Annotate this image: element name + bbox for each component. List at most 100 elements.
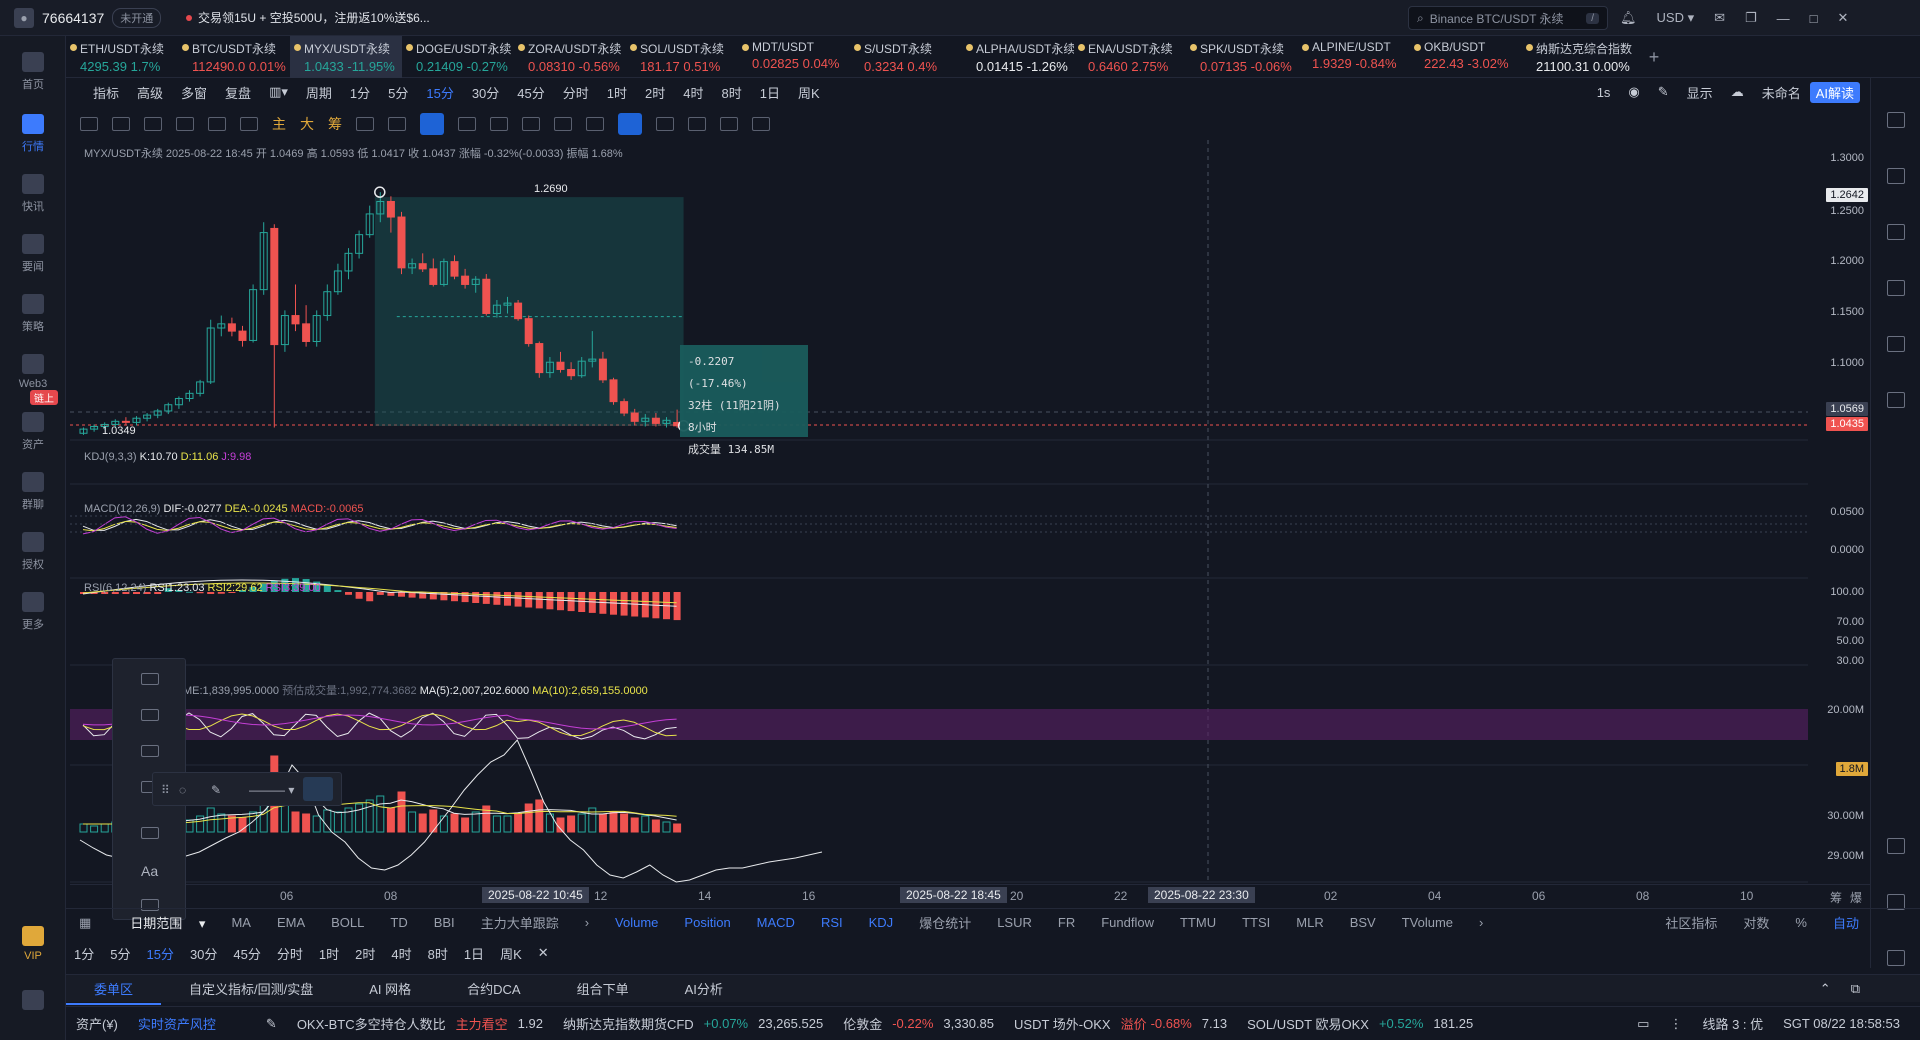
promo-banner[interactable]: 交易领15U + 空投500U，注册返10%送$6... xyxy=(186,9,430,26)
settings-button[interactable] xyxy=(0,990,66,1014)
add-ticker-button[interactable]: + xyxy=(1634,36,1674,78)
sub-indicator[interactable]: Fundflow xyxy=(1088,915,1167,930)
ticker-name[interactable]: 纳斯达克指数期货CFD xyxy=(553,1014,704,1033)
eraser-icon[interactable] xyxy=(490,117,508,131)
camera-icon[interactable]: ◉ xyxy=(1619,84,1648,100)
depth-icon[interactable] xyxy=(1887,224,1905,240)
measure-icon[interactable] xyxy=(388,117,406,131)
settings-style-icon[interactable] xyxy=(303,777,333,801)
sidebar-item-home[interactable]: 首页 xyxy=(0,52,66,92)
timeframe-item[interactable]: 1日 xyxy=(751,83,789,102)
ticker-item[interactable]: SPK/USDT永续 0.07135 -0.06% xyxy=(1186,36,1298,78)
sidebar-item-more[interactable]: 更多 xyxy=(0,592,66,632)
user-area[interactable]: ● 76664137 未开通 xyxy=(0,7,180,28)
sub-indicator[interactable]: TTMU xyxy=(1167,915,1229,930)
tf-item[interactable]: 1时 xyxy=(311,944,347,963)
assistant-icon[interactable] xyxy=(1887,950,1905,966)
ticker-item[interactable]: ALPHA/USDT永续 0.01415 -1.26% xyxy=(962,36,1074,78)
main-indicator[interactable]: TD xyxy=(377,915,420,930)
list-icon[interactable] xyxy=(1887,168,1905,184)
lock-icon[interactable] xyxy=(554,117,572,131)
tf-item[interactable]: 8时 xyxy=(420,944,456,963)
sub-indicator[interactable]: BSV xyxy=(1337,915,1389,930)
sub-indicator[interactable]: TVolume xyxy=(1389,915,1466,930)
ticker-item[interactable]: MDT/USDT 0.02825 0.04% xyxy=(738,36,850,78)
timeframe-item[interactable]: 1时 xyxy=(598,83,636,102)
toolbar-item[interactable]: 复盘 xyxy=(216,83,260,102)
toolbar-right-item[interactable]: 1s xyxy=(1588,85,1620,100)
promo-text[interactable]: 交易领15U + 空投500U，注册返10%送$6... xyxy=(198,9,430,26)
parallel-tool-icon[interactable] xyxy=(144,117,162,131)
sidebar-item-news-flash[interactable]: 快讯 xyxy=(0,174,66,214)
timeframe-item[interactable]: 2时 xyxy=(636,83,674,102)
calendar-small-icon[interactable]: ▦ xyxy=(66,915,104,931)
log-scale-toggle[interactable]: 对数 xyxy=(1730,913,1782,932)
search-input[interactable]: ⌕ Binance BTC/USDT 永续 / xyxy=(1408,6,1608,30)
cards-icon[interactable] xyxy=(1887,336,1905,352)
hline-tool-icon[interactable] xyxy=(112,117,130,131)
chips-button[interactable]: 筹 xyxy=(328,114,342,134)
tf-item[interactable]: 1日 xyxy=(456,944,492,963)
price-axis[interactable]: 1.3000 1.2500 1.2000 1.1500 1.1000 1.264… xyxy=(1808,140,1870,900)
ray-tool-icon[interactable] xyxy=(208,117,226,131)
color-fill-icon[interactable]: ◌ xyxy=(179,783,186,797)
tab-orders[interactable]: 委单区 xyxy=(66,972,162,1005)
main-indicator[interactable]: BBI xyxy=(421,915,468,930)
ticker-item[interactable]: ENA/USDT永续 0.6460 2.75% xyxy=(1074,36,1186,78)
bars-icon[interactable] xyxy=(522,117,540,131)
ticker-item[interactable]: SOL/USDT永续 181.17 0.51% xyxy=(626,36,738,78)
line-status[interactable]: 线路 3 : 优 xyxy=(1692,1014,1773,1033)
sidebar-item-assets[interactable]: 资产 xyxy=(0,412,66,452)
close-icon[interactable]: ✕ xyxy=(530,945,557,961)
minimize-icon[interactable]: — xyxy=(1777,11,1790,26)
main-force-button[interactable]: 主 xyxy=(272,114,286,134)
ai-explain-button[interactable]: AI解读 xyxy=(1809,81,1860,103)
date-range-select[interactable]: 日期范围 ▾ xyxy=(104,913,218,932)
close-icon[interactable]: ✕ xyxy=(1838,10,1849,26)
floating-style-bar[interactable]: ⠿ ◌ ✎ ——— ▾ xyxy=(152,772,342,806)
tf-item[interactable]: 周K xyxy=(492,944,530,963)
line-tool-icon[interactable] xyxy=(80,117,98,131)
chevron-right-icon[interactable]: › xyxy=(1466,915,1496,930)
toolbar-item[interactable]: 周期 xyxy=(297,83,341,102)
drag-handle-icon[interactable]: ⠿ xyxy=(161,783,170,797)
sub-indicator[interactable]: MACD xyxy=(744,915,808,930)
sidebar-item-group-chat[interactable]: 群聊 xyxy=(0,472,66,512)
bookmark-icon[interactable] xyxy=(420,113,444,135)
tab-ai-grid[interactable]: AI 网格 xyxy=(341,979,439,998)
tf-item[interactable]: 5分 xyxy=(102,944,138,963)
sub-indicator[interactable]: MLR xyxy=(1283,915,1336,930)
auto-toggle[interactable]: 自动 xyxy=(1820,913,1872,932)
toolbar-item[interactable]: 指标 xyxy=(84,83,128,102)
ticker-item[interactable]: BTC/USDT永续 112490.0 0.01% xyxy=(178,36,290,78)
sub-indicator[interactable]: Position xyxy=(671,915,743,930)
chevron-up-icon[interactable]: ⌃ xyxy=(1810,981,1841,997)
template-icon[interactable] xyxy=(586,117,604,131)
risk-control-link[interactable]: 实时资产风控 xyxy=(128,1014,226,1033)
community-indicators[interactable]: 社区指标 xyxy=(1652,913,1730,932)
sub-indicator[interactable]: TTSI xyxy=(1229,915,1283,930)
user-avatar-icon[interactable]: ● xyxy=(14,7,34,28)
toolbar-item[interactable]: 高级 xyxy=(128,83,172,102)
ticker-item[interactable]: 纳斯达克综合指数 21100.31 0.00% xyxy=(1522,36,1634,78)
time-axis-right[interactable]: 爆 xyxy=(1850,889,1862,906)
line-style-select[interactable]: ——— ▾ xyxy=(249,783,294,797)
screen-icon[interactable]: ▭ xyxy=(1627,1016,1659,1032)
cloud-icon[interactable]: ☁︎ xyxy=(1722,84,1753,100)
settings-circle-icon[interactable] xyxy=(1887,392,1905,408)
more-tools-icon[interactable] xyxy=(240,117,258,131)
mail-icon[interactable]: ✉︎ xyxy=(1714,10,1725,26)
trend-line-icon[interactable] xyxy=(141,673,159,685)
account-status-badge[interactable]: 未开通 xyxy=(112,7,162,28)
rect-tool-icon[interactable] xyxy=(176,117,194,131)
tf-item[interactable]: 15分 xyxy=(138,944,181,963)
timeframe-item[interactable]: 分时 xyxy=(554,83,598,102)
diagonal-icon[interactable] xyxy=(141,827,159,839)
sidebar-item-headlines[interactable]: 要闻 xyxy=(0,234,66,274)
sub-indicator[interactable]: 爆仓统计 xyxy=(906,913,984,932)
asset-label[interactable]: 资产(¥) xyxy=(66,1014,128,1033)
tf-item[interactable]: 4时 xyxy=(383,944,419,963)
ticker-item[interactable]: DOGE/USDT永续 0.21409 -0.27% xyxy=(402,36,514,78)
toolbar-right-item[interactable]: 显示 xyxy=(1678,83,1722,102)
bell-icon[interactable]: 🔔︎ xyxy=(1620,10,1637,26)
